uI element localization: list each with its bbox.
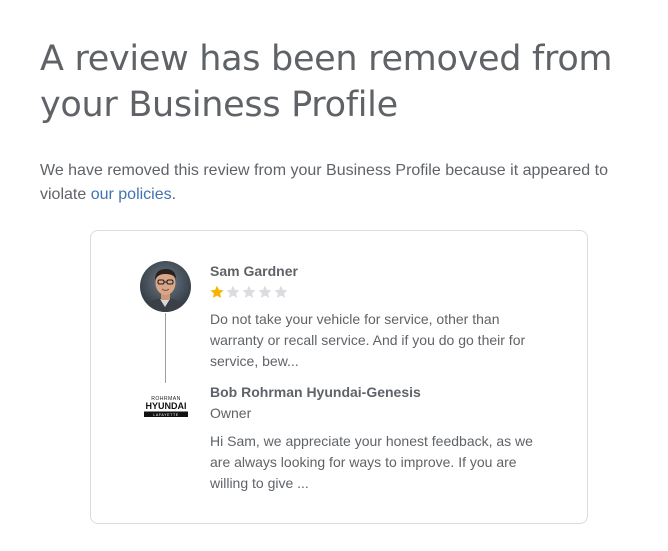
removed-review-card: ROHRMAN HYUNDAI LAFAYETTE Sam Gardner Do… bbox=[90, 230, 588, 524]
review-text: Do not take your vehicle for service, ot… bbox=[210, 311, 526, 369]
star-empty-icon bbox=[226, 285, 240, 298]
page-title: A review has been removed from your Busi… bbox=[40, 39, 613, 125]
thread-connector bbox=[165, 313, 166, 383]
star-filled-icon bbox=[210, 285, 224, 298]
policies-link[interactable]: our policies bbox=[91, 186, 172, 203]
reviewer-avatar bbox=[140, 261, 191, 312]
business-logo: ROHRMAN HYUNDAI LAFAYETTE bbox=[141, 394, 191, 421]
svg-text:HYUNDAI: HYUNDAI bbox=[145, 401, 186, 411]
star-empty-icon bbox=[258, 285, 272, 298]
svg-text:LAFAYETTE: LAFAYETTE bbox=[153, 413, 179, 417]
owner-role: Owner bbox=[210, 405, 252, 421]
reviewer-name: Sam Gardner bbox=[210, 263, 298, 279]
owner-name: Bob Rohrman Hyundai-Genesis bbox=[210, 384, 421, 400]
removal-notice-end: . bbox=[171, 186, 177, 203]
removal-notice: We have removed this review from your Bu… bbox=[40, 159, 640, 207]
star-empty-icon bbox=[274, 285, 288, 298]
star-empty-icon bbox=[242, 285, 256, 298]
owner-reply-text: Hi Sam, we appreciate your honest feedba… bbox=[210, 433, 533, 491]
star-rating bbox=[209, 284, 289, 300]
